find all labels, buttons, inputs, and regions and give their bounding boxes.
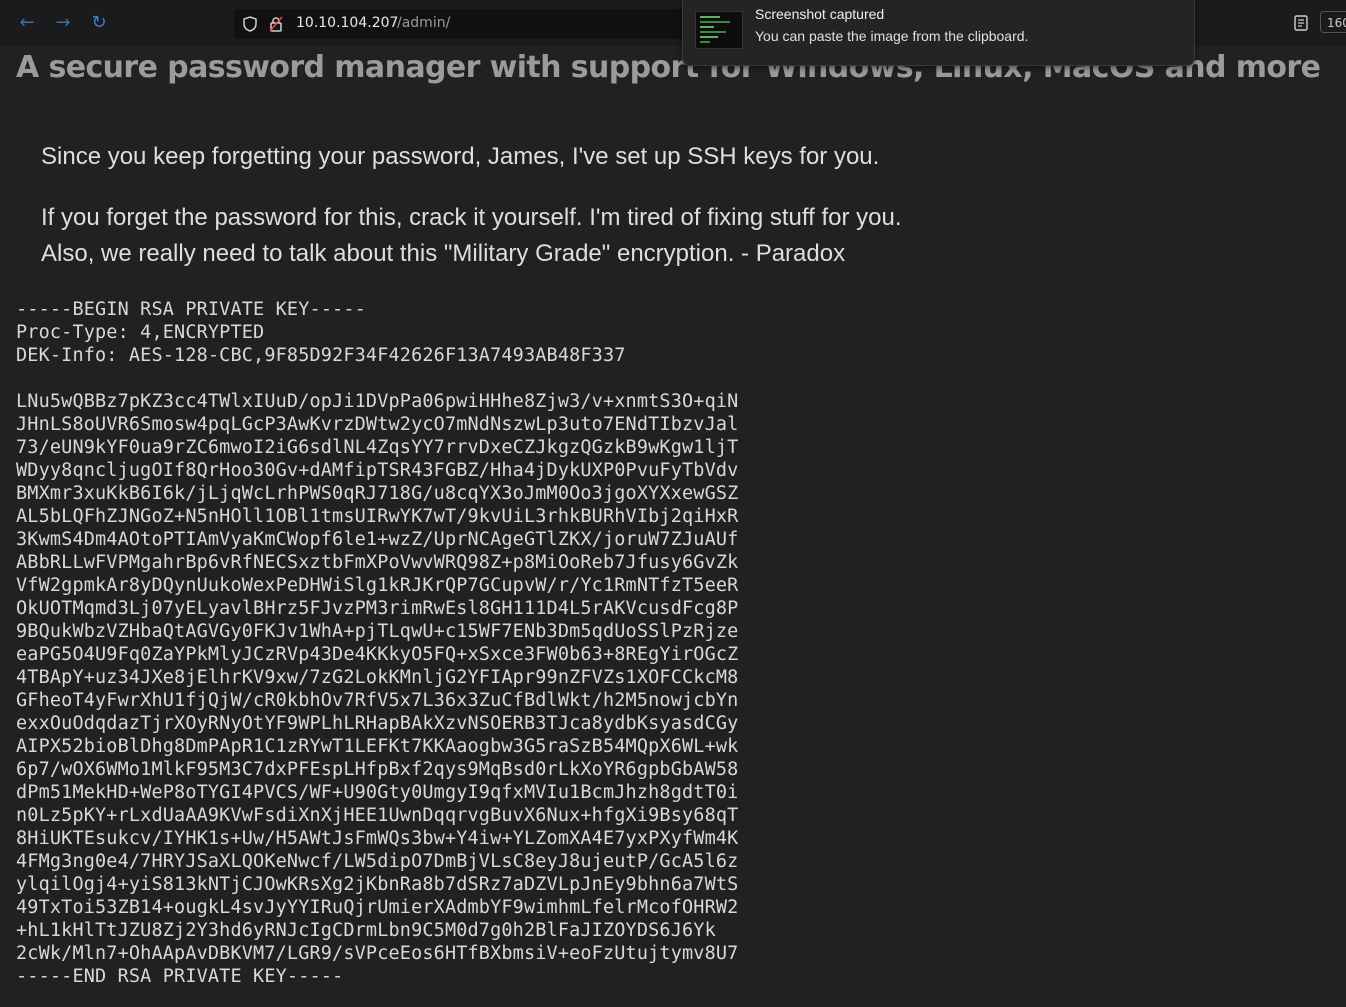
key-line: AIPX52bioBlDhg8DmPApR1C1zRYwT1LEFKt7KKAa…	[16, 736, 739, 757]
url-path: /admin/	[397, 15, 451, 31]
key-line: 4FMg3ng0e4/7HRYJSaXLQOKeNwcf/LW5dipO7DmB…	[16, 851, 739, 872]
shield-icon[interactable]	[243, 16, 257, 32]
key-line: 8HiUKTEsukcv/IYHK1s+Uw/H5AWtJsFmWQs3bw+Y…	[16, 828, 739, 849]
key-line: ABbRLLwFVPMgahrBp6vRfNECSxztbFmXPoVwvWRQ…	[16, 552, 739, 573]
key-line: n0Lz5pKY+rLxdUaAA9KVwFsdiXnXjHEE1UwnDqqr…	[16, 805, 739, 826]
key-line: 4TBApY+uz34JXe8jElhrKV9xw/7zG2LokKMnljG2…	[16, 667, 739, 688]
key-line: +hL1kHlTtJZU8Zj2Y3hd6yRNJcIgCDrmLbn9C5M0…	[16, 920, 716, 941]
rsa-private-key-block: -----BEGIN RSA PRIVATE KEY----- Proc-Typ…	[16, 298, 738, 988]
message-line-1: Since you keep forgetting your password,…	[41, 143, 880, 170]
key-line: OkUOTMqmd3Lj07yELyavlBHrz5FJvzPM3rimRwEs…	[16, 598, 739, 619]
key-line: -----BEGIN RSA PRIVATE KEY-----	[16, 299, 366, 320]
back-arrow-icon[interactable]: ←	[16, 12, 38, 34]
key-line: 9BQukWbzVZHbaQtAGVGy0FKJv1WhA+pjTLqwU+c1…	[16, 621, 739, 642]
key-line: LNu5wQBBz7pKZ3cc4TWlxIUuD/opJi1DVpPa06pw…	[16, 391, 739, 412]
key-line: 49TxToi53ZB14+ougkL4svJyYYIRuQjrUmierXAd…	[16, 897, 739, 918]
url-host: 10.10.104.207	[296, 15, 399, 31]
notification-title: Screenshot captured	[755, 6, 885, 22]
key-line: -----END RSA PRIVATE KEY-----	[16, 966, 344, 987]
key-line: DEK-Info: AES-128-CBC,9F85D92F34F42626F1…	[16, 345, 626, 366]
key-line: exxOuOdqdazTjrXOyRNyOtYF9WPLhLRHapBAkXzv…	[16, 713, 739, 734]
key-line: Proc-Type: 4,ENCRYPTED	[16, 322, 265, 343]
key-line: eaPG5O4U9Fq0ZaYPkMlyJCzRVp43De4KKkyO5FQ+…	[16, 644, 739, 665]
key-line: WDyy8qncljugOIf8QrHoo30Gv+dAMfipTSR43FGB…	[16, 460, 739, 481]
address-bar[interactable]: 10.10.104.207 /admin/	[234, 9, 694, 39]
screenshot-notification[interactable]: Screenshot captured You can paste the im…	[682, 0, 1195, 66]
key-line: dPm51MekHD+WeP8oTYGI4PVCS/WF+U90Gty0Umgy…	[16, 782, 739, 803]
forward-arrow-icon[interactable]: →	[52, 12, 74, 34]
message-line-2: If you forget the password for this, cra…	[41, 204, 902, 231]
key-line: 73/eUN9kYF0ua9rZC6mwoI2iG6sdlNL4ZqsYY7rr…	[16, 437, 739, 458]
key-line: AL5bLQFhZJNGoZ+N5nHOll1OBl1tmsUIRwYK7wT/…	[16, 506, 739, 527]
key-line: JHnLS8oUVR6Smosw4pqLGcP3AwKvrzDWtw2ycO7m…	[16, 414, 739, 435]
key-line: BMXmr3xuKkB6I6k/jLjqWcLrhPWS0qRJ718G/u8c…	[16, 483, 739, 504]
reload-icon[interactable]: ↻	[88, 12, 110, 34]
key-line: GFheoT4yFwrXhU1fjQjW/cR0kbhOv7RfV5x7L36x…	[16, 690, 739, 711]
key-line: 2cWk/Mln7+OhAApAvDBKVM7/LGR9/sVPceEos6HT…	[16, 943, 739, 964]
message-line-3: Also, we really need to talk about this …	[41, 240, 846, 267]
insecure-lock-icon[interactable]	[268, 16, 284, 32]
key-line: VfW2gpmkAr8yDQynUukoWexPeDHWiSlg1kRJKrQP…	[16, 575, 739, 596]
reader-view-icon[interactable]	[1293, 15, 1309, 31]
zoom-level-button[interactable]: 160	[1320, 11, 1346, 33]
notification-message: You can paste the image from the clipboa…	[755, 28, 1029, 44]
screenshot-thumbnail	[695, 11, 743, 49]
key-line: ylqilOgj4+yiS813kNTjCJOwKRsXg2jKbnRa8b7d…	[16, 874, 739, 895]
key-line: 6p7/wOX6WMo1MlkF95M3C7dxPFEspLHfpBxf2qys…	[16, 759, 739, 780]
key-line: 3KwmS4Dm4AOtoPTIAmVyaKmCWopf6le1+wzZ/Upr…	[16, 529, 739, 550]
